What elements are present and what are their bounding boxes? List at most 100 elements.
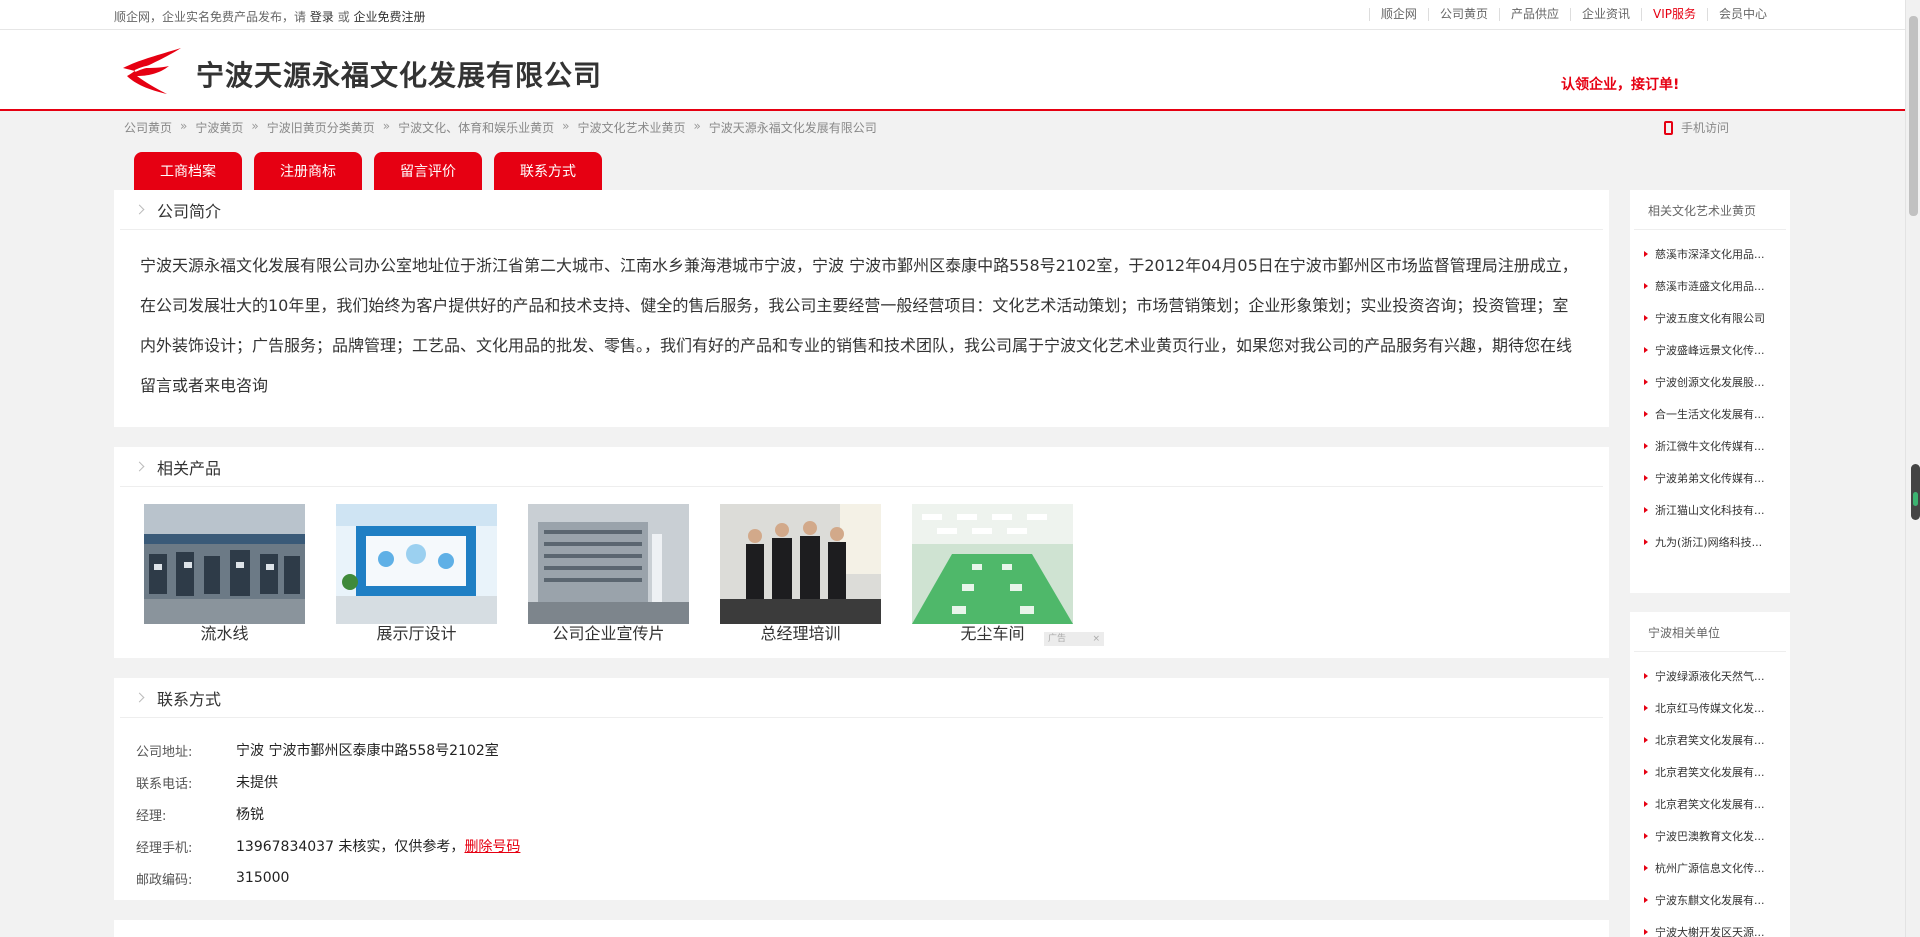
delete-number-link[interactable]: 删除号码 (464, 836, 520, 856)
top-nav-yellow-pages[interactable]: 公司黄页 (1427, 8, 1499, 21)
sidebar-link-label: 合一生活文化发展有... (1655, 408, 1765, 421)
local-units-sidebar: 宁波相关单位 宁波绿源液化天然气... 北京红马传媒文化发... 北京君笑文化发… (1630, 612, 1790, 937)
sidebar-link-label: 浙江猫山文化科技有... (1655, 504, 1765, 517)
contact-row-postcode: 邮政编码: 315000 (136, 862, 1609, 894)
sidebar-link[interactable]: 北京君笑文化发展有... (1630, 724, 1790, 756)
breadcrumb-item[interactable]: 宁波文化艺术业黄页 (577, 119, 685, 136)
ad-badge[interactable]: 广告 × (1044, 632, 1104, 646)
section-title: 联系方式 (157, 689, 222, 709)
sidebar-link-label: 杭州广源信息文化传... (1655, 862, 1765, 875)
breadcrumb-item[interactable]: 宁波旧黄页分类黄页 (267, 119, 375, 136)
company-title: 宁波天源永福文化发展有限公司 (196, 59, 603, 92)
product-card[interactable]: 总经理培训 (720, 504, 881, 644)
sidebar-link[interactable]: 宁波绿源液化天然气... (1630, 660, 1790, 692)
office-building-photo[interactable] (528, 504, 689, 624)
bullet-triangle-icon (1644, 539, 1648, 545)
related-products-panel: 相关产品 流水线 展示厅设计 公司企业宣传片 总经理培训 无尘车间 广告 × (114, 447, 1609, 658)
chevron-right-icon (134, 204, 145, 215)
top-bar: 顺企网，企业实名免费产品发布，请 登录 或 企业免费注册 顺企网 公司黄页 产品… (0, 0, 1905, 30)
sidebar-link[interactable]: 慈溪市深泽文化用品... (1630, 238, 1790, 270)
sidebar-link-label: 北京君笑文化发展有... (1655, 798, 1765, 811)
bullet-triangle-icon (1644, 283, 1648, 289)
mobile-access-link[interactable]: 手机访问 (1664, 119, 1729, 136)
scrollbar-thumb[interactable] (1909, 16, 1918, 216)
sidebar-link[interactable]: 宁波创源文化发展股... (1630, 366, 1790, 398)
team-photo[interactable] (720, 504, 881, 624)
floating-scroll-widget[interactable] (1911, 464, 1920, 520)
product-card[interactable]: 展示厅设计 (336, 504, 497, 644)
sidebar-link[interactable]: 杭州广源信息文化传... (1630, 852, 1790, 884)
breadcrumb-item[interactable]: 宁波黄页 (195, 119, 243, 136)
showroom-photo[interactable] (336, 504, 497, 624)
breadcrumb-separator: » (251, 119, 259, 133)
contact-value: 未提供 (236, 775, 278, 791)
contact-row-mobile: 经理手机: 13967834037 未核实，仅供参考， 删除号码 (136, 830, 1609, 862)
sidebar-link-label: 北京红马传媒文化发... (1655, 702, 1765, 715)
contact-value: 杨锐 (236, 807, 264, 823)
sidebar-link[interactable]: 北京红马传媒文化发... (1630, 692, 1790, 724)
sidebar-link-label: 慈溪市深泽文化用品... (1655, 248, 1765, 261)
product-card[interactable]: 公司企业宣传片 (528, 504, 689, 644)
close-icon[interactable]: × (1092, 632, 1104, 646)
related-yellow-pages-sidebar: 相关文化艺术业黄页 慈溪市深泽文化用品... 慈溪市涟盛文化用品... 宁波五度… (1630, 190, 1790, 593)
product-name: 公司企业宣传片 (552, 624, 665, 643)
sidebar-link[interactable]: 慈溪市涟盛文化用品... (1630, 270, 1790, 302)
section-header: 相关产品 (120, 447, 1603, 487)
top-nav-news[interactable]: 企业资讯 (1569, 8, 1641, 21)
tab-trademark[interactable]: 注册商标 (254, 152, 362, 190)
claim-company-link[interactable]: 认领企业，接订单! (1561, 74, 1679, 94)
bullet-triangle-icon (1644, 443, 1648, 449)
section-title: 公司简介 (157, 201, 222, 221)
contact-row-phone: 联系电话: 未提供 (136, 766, 1609, 798)
sidebar-link-label: 宁波盛峰远景文化传... (1655, 344, 1765, 357)
register-link[interactable]: 企业免费注册 (354, 10, 426, 24)
breadcrumb-separator: » (693, 119, 701, 133)
topbar-or-text: 或 (337, 10, 350, 24)
breadcrumb-separator: » (180, 119, 188, 133)
company-intro-text: 宁波天源永福文化发展有限公司办公室地址位于浙江省第二大城市、江南水乡兼海港城市宁… (140, 256, 1578, 395)
sidebar-link[interactable]: 浙江微牛文化传媒有... (1630, 430, 1790, 462)
contact-key: 经理: (136, 808, 167, 824)
sidebar-link[interactable]: 宁波大榭开发区天源... (1630, 916, 1790, 937)
bullet-triangle-icon (1644, 833, 1648, 839)
product-card[interactable]: 流水线 (144, 504, 305, 644)
assembly-line-photo[interactable] (144, 504, 305, 624)
site-header: 宁波天源永福文化发展有限公司 认领企业，接订单! (0, 30, 1905, 111)
sidebar-link-label: 慈溪市涟盛文化用品... (1655, 280, 1765, 293)
sidebar-title: 相关文化艺术业黄页 (1634, 190, 1786, 230)
breadcrumb-separator: » (382, 119, 391, 133)
top-nav-home[interactable]: 顺企网 (1368, 8, 1428, 21)
sidebar-link-label: 北京君笑文化发展有... (1655, 766, 1765, 779)
sidebar-link[interactable]: 浙江猫山文化科技有... (1630, 494, 1790, 526)
tab-business-record[interactable]: 工商档案 (134, 152, 242, 190)
top-nav-products[interactable]: 产品供应 (1498, 8, 1570, 21)
sidebar-link[interactable]: 北京君笑文化发展有... (1630, 756, 1790, 788)
bullet-triangle-icon (1644, 673, 1648, 679)
topbar-intro: 顺企网，企业实名免费产品发布，请 登录 或 企业免费注册 (114, 8, 426, 25)
breadcrumb-item[interactable]: 公司黄页 (124, 119, 172, 136)
sidebar-link-label: 宁波五度文化有限公司 (1655, 312, 1765, 325)
bullet-triangle-icon (1644, 411, 1648, 417)
login-link[interactable]: 登录 (310, 10, 334, 24)
tab-reviews[interactable]: 留言评价 (374, 152, 482, 190)
logo-icon[interactable] (121, 46, 183, 96)
top-nav-member[interactable]: 会员中心 (1706, 8, 1778, 21)
sidebar-link-label: 宁波创源文化发展股... (1655, 376, 1765, 389)
product-card[interactable]: 无尘车间 (912, 504, 1073, 644)
sidebar-link[interactable]: 宁波五度文化有限公司 (1630, 302, 1790, 334)
sidebar-link[interactable]: 宁波东麒文化发展有... (1630, 884, 1790, 916)
company-intro-panel: 公司简介 宁波天源永福文化发展有限公司办公室地址位于浙江省第二大城市、江南水乡兼… (114, 190, 1609, 427)
tab-contact[interactable]: 联系方式 (494, 152, 602, 190)
cleanroom-photo[interactable] (912, 504, 1073, 624)
sidebar-link[interactable]: 九为(浙江)网络科技... (1630, 526, 1790, 558)
bullet-triangle-icon (1644, 865, 1648, 871)
sidebar-link[interactable]: 合一生活文化发展有... (1630, 398, 1790, 430)
top-nav-vip[interactable]: VIP服务 (1640, 8, 1707, 21)
bullet-triangle-icon (1644, 897, 1648, 903)
bullet-triangle-icon (1644, 737, 1648, 743)
sidebar-link[interactable]: 北京君笑文化发展有... (1630, 788, 1790, 820)
sidebar-link[interactable]: 宁波盛峰远景文化传... (1630, 334, 1790, 366)
sidebar-link[interactable]: 宁波弟弟文化传媒有... (1630, 462, 1790, 494)
sidebar-link[interactable]: 宁波巴澳教育文化发... (1630, 820, 1790, 852)
breadcrumb-item[interactable]: 宁波文化、体育和娱乐业黄页 (398, 119, 554, 136)
